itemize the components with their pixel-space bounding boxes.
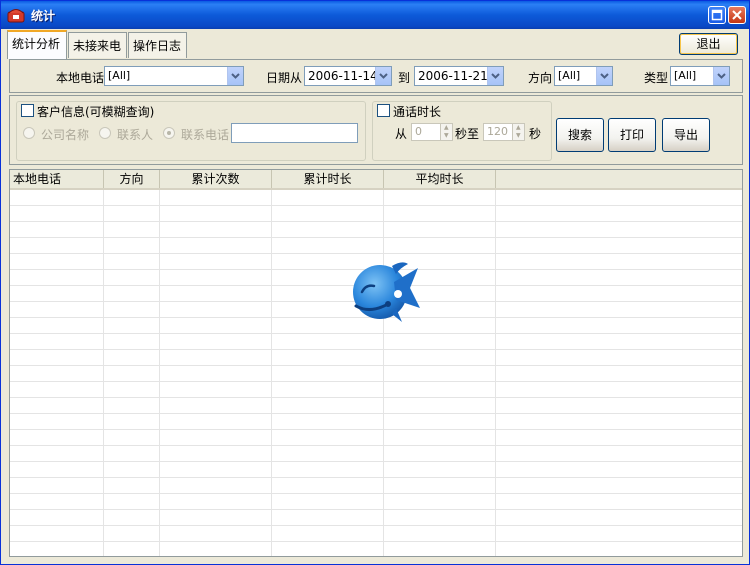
date-to-picker[interactable]: 2006-11-21 (414, 66, 504, 86)
search-button[interactable]: 搜索 (556, 118, 604, 152)
customer-info-group: 客户信息(可模糊查询) 公司名称 联系人 联系电话 (16, 101, 366, 161)
date-from-picker[interactable]: 2006-11-14 (304, 66, 392, 86)
call-duration-group: 通话时长 从 0 ▲ ▼ 秒至 120 ▲ ▼ 秒 (372, 101, 552, 161)
column-header-local-phone[interactable]: 本地电话 (10, 170, 104, 188)
duration-to-stepper[interactable]: 120 ▲ ▼ (483, 123, 525, 141)
call-duration-checkbox[interactable] (377, 104, 390, 117)
chevron-down-icon (596, 67, 612, 85)
phone-icon (7, 9, 25, 23)
radio-contact[interactable] (99, 127, 111, 139)
maximize-button[interactable] (708, 6, 726, 24)
spin-arrows-icon: ▲ ▼ (512, 124, 524, 140)
column-header-call-count[interactable]: 累计次数 (160, 170, 272, 188)
duration-from-stepper[interactable]: 0 ▲ ▼ (411, 123, 453, 141)
date-to-label: 到 (398, 71, 411, 85)
local-phone-label: 本地电话 (56, 71, 105, 85)
chevron-down-icon (375, 67, 391, 85)
duration-from-label: 从 (395, 127, 408, 141)
table-header: 本地电话 方向 累计次数 累计时长 平均时长 (10, 170, 742, 190)
customer-search-input[interactable] (231, 123, 358, 143)
chevron-down-icon (487, 67, 503, 85)
column-header-direction[interactable]: 方向 (104, 170, 160, 188)
local-phone-select[interactable]: [All] (104, 66, 244, 86)
date-from-label: 日期从 (266, 71, 303, 85)
chevron-down-icon (227, 67, 243, 85)
call-duration-label: 通话时长 (393, 105, 442, 119)
window-title: 统计 (31, 9, 56, 23)
filter-panel: 本地电话 [All] 日期从 2006-11-14 到 2006-11-21 方… (9, 59, 743, 93)
column-divider (271, 190, 272, 556)
tab-statistics[interactable]: 统计分析 (7, 30, 67, 59)
duration-unit-label: 秒 (529, 127, 542, 141)
title-bar: 统计 (1, 1, 749, 29)
column-divider (103, 190, 104, 556)
column-divider (495, 190, 496, 556)
table-body (10, 190, 742, 556)
exit-button[interactable]: 退出 (679, 33, 738, 55)
tab-operation-log[interactable]: 操作日志 (128, 32, 187, 58)
radio-contact-phone[interactable] (163, 127, 175, 139)
stats-window: 统计 统计分析 未接来电 操作日志 退出 本地电话 [All] 日期从 2006… (0, 0, 750, 565)
type-select[interactable]: [All] (670, 66, 730, 86)
column-header-total-duration[interactable]: 累计时长 (272, 170, 384, 188)
customer-info-label: 客户信息(可模糊查询) (37, 105, 155, 119)
fish-logo-icon (353, 262, 420, 322)
type-label: 类型 (644, 71, 669, 85)
search-panel: 客户信息(可模糊查询) 公司名称 联系人 联系电话 通话时长 从 0 ▲ ▼ 秒至… (9, 95, 743, 165)
direction-label: 方向 (528, 71, 553, 85)
chevron-down-icon (713, 67, 729, 85)
export-button[interactable]: 导出 (662, 118, 710, 152)
column-divider (383, 190, 384, 556)
radio-company-name-label: 公司名称 (41, 128, 90, 142)
customer-info-checkbox[interactable] (21, 104, 34, 117)
spin-arrows-icon: ▲ ▼ (440, 124, 452, 140)
statistics-table[interactable]: 本地电话 方向 累计次数 累计时长 平均时长 (9, 169, 743, 557)
direction-select[interactable]: [All] (554, 66, 613, 86)
close-button[interactable] (728, 6, 746, 24)
radio-contact-phone-label: 联系电话 (181, 128, 230, 142)
tab-missed-calls[interactable]: 未接来电 (68, 32, 127, 58)
radio-company-name[interactable] (23, 127, 35, 139)
duration-to-label: 秒至 (455, 127, 480, 141)
column-divider (159, 190, 160, 556)
close-icon (732, 10, 742, 20)
radio-contact-label: 联系人 (117, 128, 154, 142)
maximize-icon (711, 9, 723, 21)
column-header-avg-duration[interactable]: 平均时长 (384, 170, 496, 188)
print-button[interactable]: 打印 (608, 118, 656, 152)
